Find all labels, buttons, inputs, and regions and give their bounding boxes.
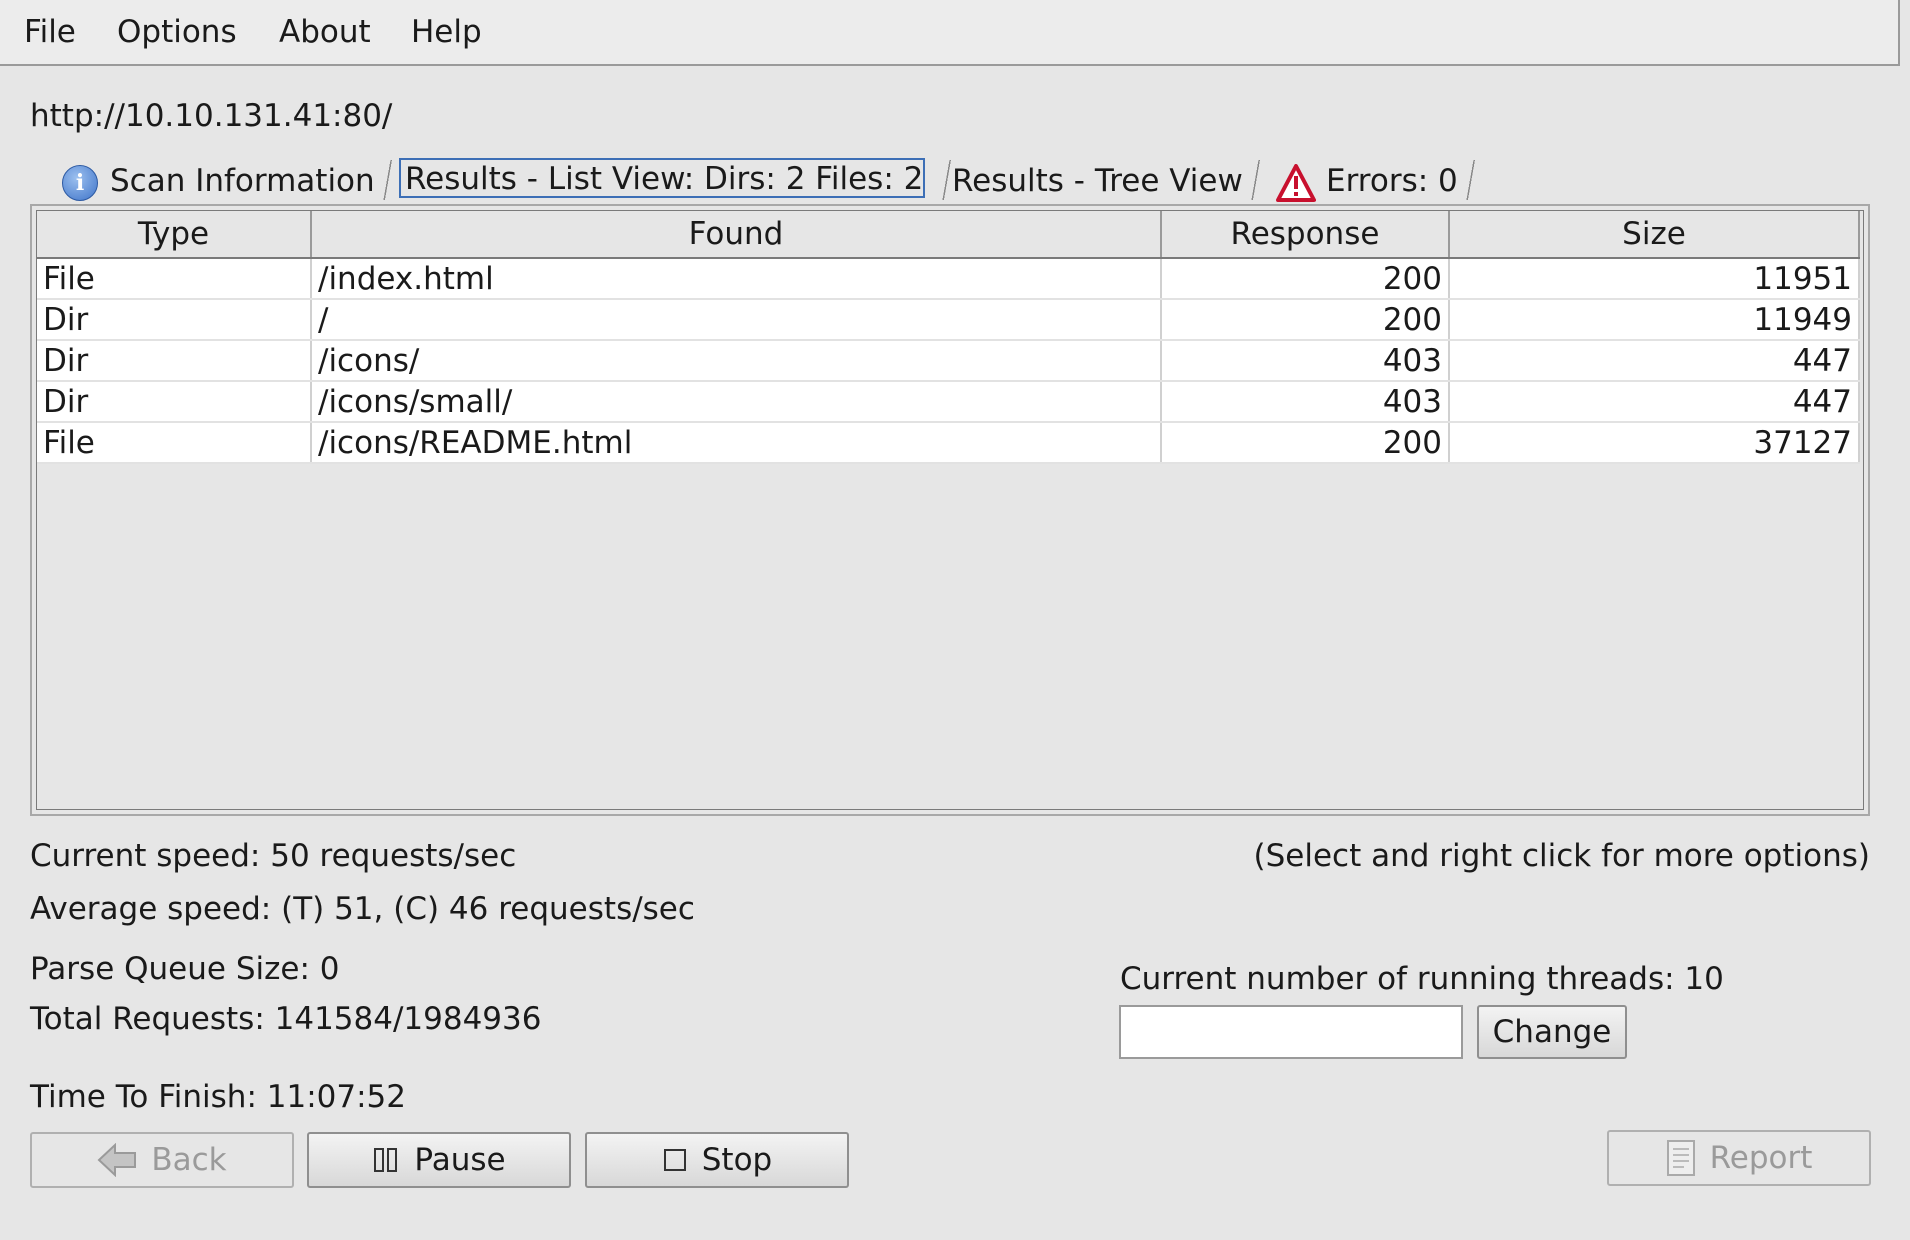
cell-found: /icons/README.html — [311, 422, 1162, 464]
column-header-response[interactable]: Response — [1161, 211, 1450, 259]
pause-button[interactable]: Pause — [307, 1132, 571, 1188]
tab-scan-information[interactable]: i Scan Information — [62, 160, 395, 202]
target-url: http://10.10.131.41:80/ — [30, 98, 393, 134]
table-row[interactable]: Dir / 200 11949 — [37, 299, 1860, 341]
tab-separator — [380, 160, 395, 200]
table-header-row: Type Found Response Size — [37, 211, 1860, 259]
time-to-finish: Time To Finish: 11:07:52 — [30, 1079, 406, 1115]
menu-help[interactable]: Help — [411, 12, 482, 52]
running-threads-label: Current number of running threads: 10 — [1120, 961, 1724, 997]
column-header-found[interactable]: Found — [311, 211, 1162, 259]
table-row[interactable]: File /index.html 200 11951 — [37, 258, 1860, 300]
info-icon: i — [62, 164, 98, 201]
table-row[interactable]: File /icons/README.html 200 37127 — [37, 422, 1860, 464]
stop-button-label: Stop — [701, 1142, 773, 1178]
cell-response: 200 — [1161, 422, 1450, 464]
cell-type: Dir — [37, 299, 312, 341]
cell-found: / — [311, 299, 1162, 341]
cell-size: 37127 — [1449, 422, 1860, 464]
cell-size: 447 — [1449, 340, 1860, 382]
cell-type: File — [37, 258, 312, 300]
column-header-type[interactable]: Type — [37, 211, 312, 259]
column-header-size[interactable]: Size — [1449, 211, 1860, 259]
cell-response: 403 — [1161, 340, 1450, 382]
tab-results-list-view[interactable]: Results - List View: Dirs: 2 Files: 2 — [399, 158, 925, 198]
cell-size: 447 — [1449, 381, 1860, 423]
menu-options[interactable]: Options — [117, 12, 237, 52]
menu-about[interactable]: About — [279, 12, 371, 52]
back-arrow-icon — [97, 1143, 137, 1177]
average-speed: Average speed: (T) 51, (C) 46 requests/s… — [30, 891, 695, 927]
cell-response: 200 — [1161, 299, 1450, 341]
threads-input[interactable] — [1119, 1005, 1463, 1059]
tab-scan-information-label: Scan Information — [110, 163, 375, 199]
tab-results-tree-view[interactable]: Results - Tree View — [952, 160, 1263, 202]
stop-button[interactable]: Stop — [585, 1132, 849, 1188]
cell-found: /index.html — [311, 258, 1162, 300]
current-speed: Current speed: 50 requests/sec — [30, 838, 517, 874]
results-table: Type Found Response Size File /index.htm… — [37, 211, 1860, 464]
pause-button-label: Pause — [414, 1142, 506, 1178]
cell-size: 11949 — [1449, 299, 1860, 341]
report-button[interactable]: Report — [1607, 1130, 1871, 1186]
stop-icon — [663, 1149, 686, 1171]
total-requests: Total Requests: 141584/1984936 — [30, 1001, 542, 1037]
change-button-label: Change — [1492, 1014, 1612, 1050]
table-row[interactable]: Dir /icons/ 403 447 — [37, 340, 1860, 382]
tab-errors[interactable]: Errors: 0 — [1276, 160, 1478, 202]
pause-icon — [374, 1148, 398, 1172]
back-button[interactable]: Back — [30, 1132, 294, 1188]
cell-response: 200 — [1161, 258, 1450, 300]
report-icon — [1666, 1140, 1695, 1176]
tab-results-list-view-label: Results - List View: Dirs: 2 Files: 2 — [405, 161, 924, 197]
tab-separator — [1463, 160, 1478, 200]
cell-response: 403 — [1161, 381, 1450, 423]
parse-queue-size: Parse Queue Size: 0 — [30, 951, 340, 987]
warning-icon — [1276, 163, 1316, 202]
cell-found: /icons/ — [311, 340, 1162, 382]
cell-found: /icons/small/ — [311, 381, 1162, 423]
results-table-panel: Type Found Response Size File /index.htm… — [30, 204, 1870, 816]
cell-type: File — [37, 422, 312, 464]
cell-size: 11951 — [1449, 258, 1860, 300]
tab-results-tree-view-label: Results - Tree View — [952, 163, 1243, 199]
context-hint: (Select and right click for more options… — [1253, 838, 1870, 874]
menu-file[interactable]: File — [24, 12, 76, 52]
change-button[interactable]: Change — [1477, 1005, 1627, 1059]
tab-errors-label: Errors: 0 — [1326, 163, 1458, 199]
table-row[interactable]: Dir /icons/small/ 403 447 — [37, 381, 1860, 423]
back-button-label: Back — [151, 1142, 227, 1178]
cell-type: Dir — [37, 381, 312, 423]
menu-bar: File Options About Help — [0, 0, 1900, 66]
report-button-label: Report — [1709, 1140, 1813, 1176]
tab-separator — [1248, 160, 1263, 200]
cell-type: Dir — [37, 340, 312, 382]
tab-sep-2 — [934, 160, 954, 202]
